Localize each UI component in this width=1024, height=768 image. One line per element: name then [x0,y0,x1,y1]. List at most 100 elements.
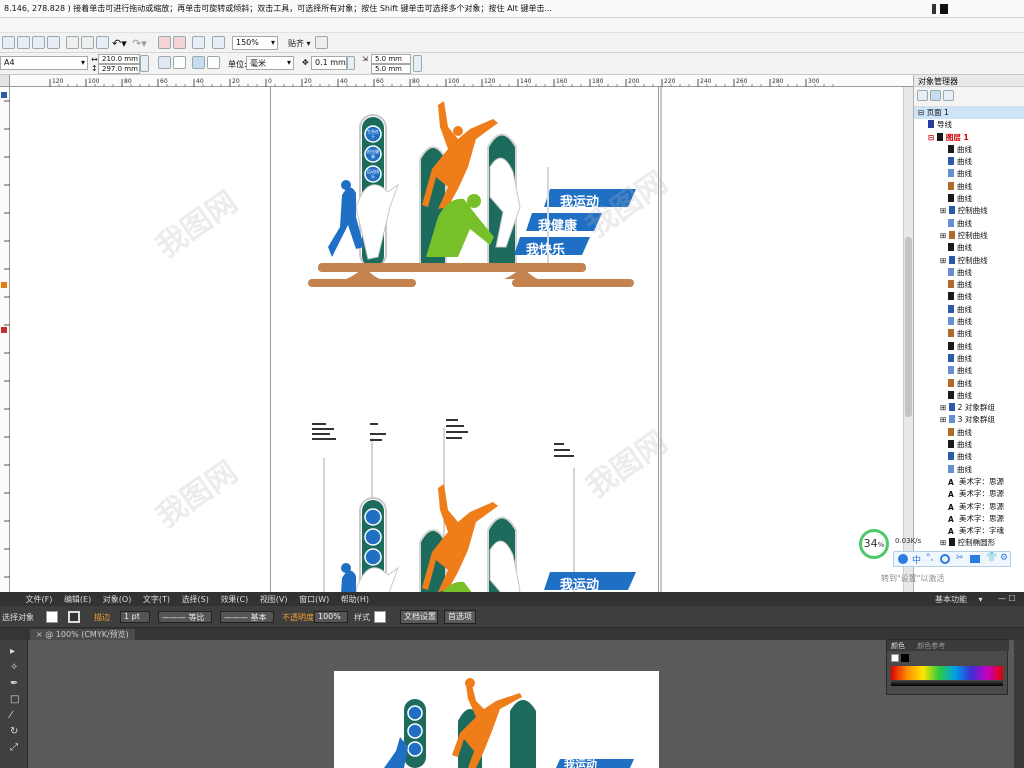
color-tab[interactable]: 颜色 [891,642,905,650]
window-controls[interactable]: — ☐ [998,594,1016,603]
tree-item[interactable]: A 美术字：思源 [914,488,1024,500]
menu-help[interactable]: 帮助(H) [341,595,369,604]
tree-item[interactable]: 曲线 [914,451,1024,463]
layer-lock-icon[interactable] [943,90,954,101]
outline-tool-icon[interactable] [1,327,7,333]
tree-item[interactable]: A 美术字：思源 [914,501,1024,513]
layer-props-icon[interactable] [930,90,941,101]
stroke-weight-field[interactable]: 1 pt [120,611,150,623]
tree-item[interactable]: 曲线 [914,218,1024,230]
tree-item[interactable]: 曲线 [914,341,1024,353]
menu-file[interactable]: 文件(F) [26,595,53,604]
spinner-icon[interactable] [413,55,422,72]
tree-item[interactable]: 曲线 [914,378,1024,390]
opacity-label[interactable]: 不透明度 [282,612,314,623]
input-method-icon[interactable]: 中 [912,553,921,566]
tree-item[interactable]: 曲线 [914,193,1024,205]
units-select[interactable]: 毫米 ▾ [246,56,294,70]
tree-item[interactable]: 曲线 [914,353,1024,365]
tree-item[interactable]: 曲线 [914,267,1024,279]
tree-item[interactable]: ⊞ 2 对象群组 [914,402,1024,414]
launcher-icon[interactable] [192,36,205,49]
document-setup-button[interactable]: 文档设置 [400,610,438,624]
tree-item[interactable]: A 美术字：思源 [914,513,1024,525]
tree-item[interactable]: 曲线 [914,168,1024,180]
black-swatch[interactable] [901,654,909,662]
tree-item[interactable]: 曲线 [914,427,1024,439]
menu-select[interactable]: 选择(S) [182,595,209,604]
landscape-button[interactable] [173,56,186,69]
zoom-select[interactable]: 150% ▾ [232,36,278,50]
document-tab[interactable]: × @ 100% (CMYK/预览) [30,629,135,640]
tree-item[interactable]: 曲线 [914,328,1024,340]
fill-tool-icon[interactable] [1,282,7,288]
menu-edit[interactable]: 编辑(E) [64,595,91,604]
redo-icon[interactable]: ↷▾ [132,37,147,50]
cut-icon[interactable] [66,36,79,49]
scale-tool-icon[interactable]: ⤢ [10,742,18,753]
portrait-button[interactable] [158,56,171,69]
magic-wand-icon[interactable]: ✧ [10,662,18,673]
tree-item[interactable]: A 美术字：思源 [914,476,1024,488]
tree-item[interactable]: 曲线 [914,439,1024,451]
layer-view-icon[interactable] [917,90,928,101]
workspace-switcher[interactable]: 基本功能 ▾ [935,594,983,605]
app-icon[interactable] [212,36,225,49]
page-height-field[interactable]: 297.0 mm [98,64,140,74]
import-icon[interactable] [158,36,171,49]
scroll-thumb[interactable] [905,237,912,417]
tree-item[interactable]: 曲线 [914,316,1024,328]
tree-item[interactable]: 曲线 [914,304,1024,316]
shirt-icon[interactable]: 👕 [986,553,997,563]
spinner-icon[interactable] [140,55,149,72]
tree-item[interactable]: 曲线 [914,390,1024,402]
style-swatch[interactable] [374,611,386,623]
pick-tool-icon[interactable] [1,92,7,98]
preferences-button[interactable]: 首选项 [444,610,476,624]
tree-item[interactable]: 曲线 [914,365,1024,377]
selection-tool-icon[interactable]: ▸ [10,646,15,657]
brush-select[interactable]: ——— 基本 [220,611,274,623]
options-icon[interactable] [315,36,328,49]
variable-width-select[interactable]: ——— 等比 [158,611,212,623]
export-icon[interactable] [173,36,186,49]
tree-page[interactable]: ⊟ 页面 1 [914,107,1024,120]
tree-item[interactable]: 曲线 [914,279,1024,291]
copy-icon[interactable] [81,36,94,49]
ruler-origin[interactable] [0,75,10,87]
tree-item[interactable]: ⊞ 控制曲线 [914,205,1024,217]
tree-layer[interactable]: ⊟ 图层 1 [914,132,1024,144]
duplicate-x-field[interactable]: 5.0 mm [371,54,411,64]
qq-icon[interactable] [898,554,908,564]
tree-item[interactable]: 曲线 [914,156,1024,168]
open-icon[interactable] [17,36,30,49]
tree-item[interactable]: 曲线 [914,144,1024,156]
vertical-scrollbar[interactable] [903,87,913,592]
tree-guides[interactable]: 导线 [914,119,1024,131]
undo-icon[interactable]: ↶▾ [112,37,127,50]
tree-item[interactable]: 曲线 [914,464,1024,476]
voice-icon[interactable] [940,554,950,564]
tree-item[interactable]: ⊞ 控制曲线 [914,255,1024,267]
tree-item[interactable]: ⊞ 控制曲线 [914,230,1024,242]
brush-tool-icon[interactable]: ⁄ [10,710,12,721]
page-width-field[interactable]: 210.0 mm [98,54,140,64]
save-icon[interactable] [32,36,45,49]
punctuation-icon[interactable]: °, [926,553,933,563]
new-icon[interactable] [2,36,15,49]
gear-icon[interactable]: ⚙ [1000,553,1008,563]
fill-swatch[interactable] [46,611,58,623]
rotate-tool-icon[interactable]: ↻ [10,726,18,737]
duplicate-y-field[interactable]: 5.0 mm [371,64,411,74]
stroke-swatch[interactable] [68,611,80,623]
opacity-field[interactable]: 100% [314,611,348,623]
menu-effect[interactable]: 效果(C) [220,595,248,604]
menu-view[interactable]: 视图(V) [260,595,288,604]
drawing-canvas[interactable]: 我运动 我健康 我快乐 生命在于 阳光健康 运动快乐 我运动 [10,87,903,592]
current-page-button[interactable] [207,56,220,69]
stroke-label[interactable]: 描边 [94,612,110,623]
page-size-select[interactable]: A4 ▾ [0,56,88,70]
keyboard-icon[interactable] [970,555,980,563]
menu-window[interactable]: 窗口(W) [299,595,329,604]
snap-dropdown[interactable]: 贴齐 ▾ [288,38,311,49]
